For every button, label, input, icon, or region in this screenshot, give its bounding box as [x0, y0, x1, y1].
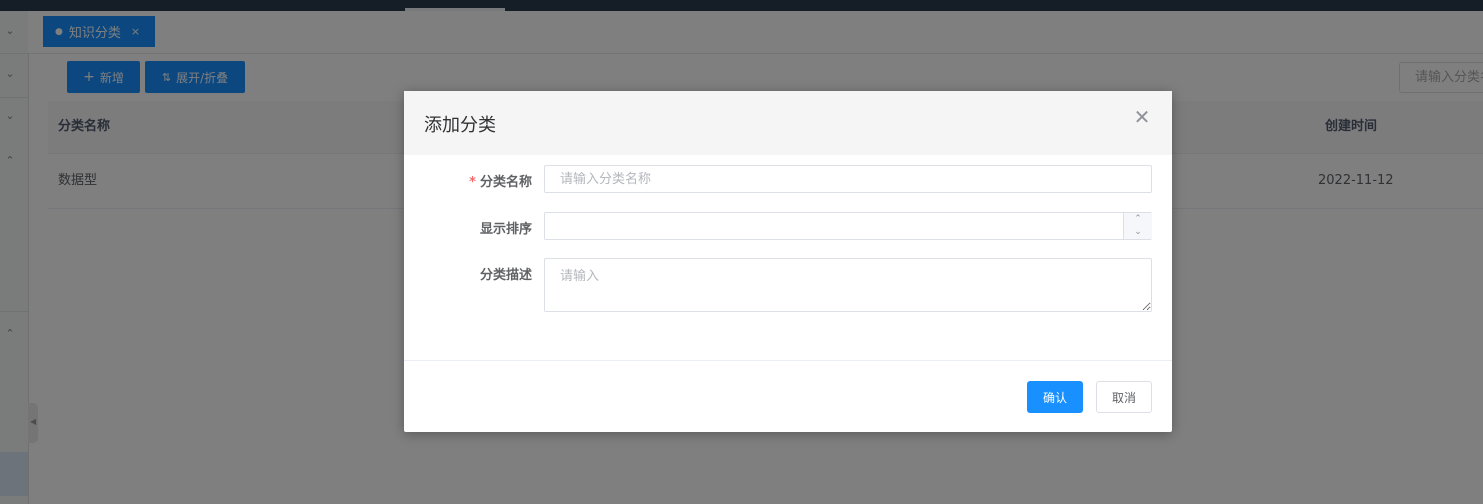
add-category-dialog: 添加分类 ✕ *分类名称 显示排序 ⌃ ⌄ 分类描述 确认 取消 [404, 91, 1172, 432]
category-name-input[interactable] [544, 165, 1152, 193]
close-icon[interactable]: ✕ [1132, 107, 1152, 127]
category-desc-textarea[interactable] [544, 258, 1152, 312]
dialog-header: 添加分类 ✕ [404, 91, 1172, 155]
cancel-button[interactable]: 取消 [1096, 381, 1152, 413]
chevron-down-icon[interactable]: ⌄ [1123, 226, 1152, 239]
confirm-button[interactable]: 确认 [1027, 381, 1083, 413]
chevron-up-icon[interactable]: ⌃ [1123, 213, 1152, 226]
sort-order-input[interactable] [544, 212, 1152, 240]
dialog-footer-divider [404, 360, 1172, 361]
dialog-title: 添加分类 [424, 115, 496, 136]
required-mark: * [469, 175, 476, 190]
category-name-label: * 分类名称 [424, 171, 532, 190]
sort-order-label: 显示排序 [479, 222, 532, 237]
category-name-label-text: 分类名称 [479, 175, 532, 190]
category-desc-label: 分类描述 [479, 268, 532, 283]
